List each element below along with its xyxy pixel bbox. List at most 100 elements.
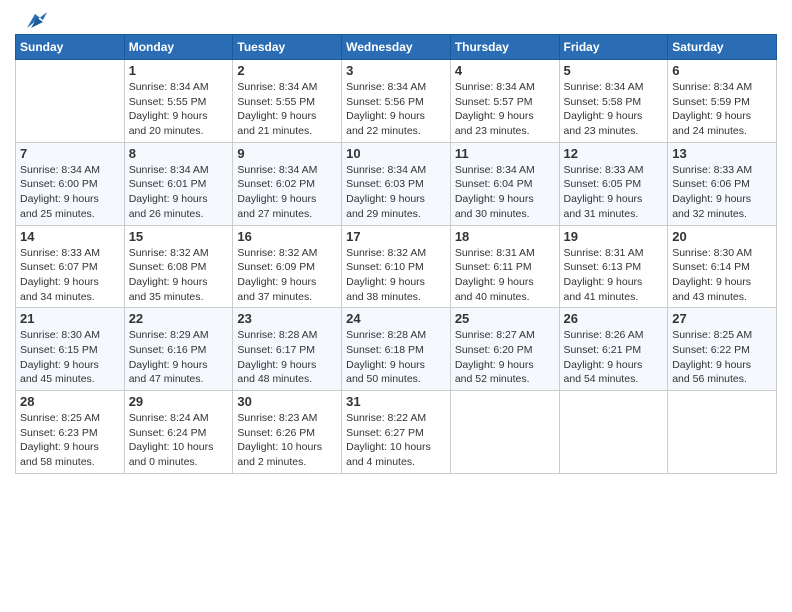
day-number: 16 — [237, 229, 337, 244]
calendar-week-row: 1Sunrise: 8:34 AMSunset: 5:55 PMDaylight… — [16, 60, 777, 143]
calendar-cell: 12 Sunrise: 8:33 AMSunset: 6:05 PMDayligh… — [559, 142, 668, 225]
day-number: 18 — [455, 229, 555, 244]
day-number: 21 — [20, 311, 120, 326]
day-info: Sunrise: 8:34 AMSunset: 5:56 PMDaylight:… — [346, 80, 446, 139]
day-info: Sunrise: 8:34 AMSunset: 5:55 PMDaylight:… — [237, 80, 337, 139]
day-info: Sunrise: 8:34 AMSunset: 5:55 PMDaylight:… — [129, 80, 229, 139]
day-info: Sunrise: 8:25 AMSunset: 6:23 PMDaylight:… — [20, 411, 120, 470]
day-info: Sunrise: 8:31 AMSunset: 6:13 PMDaylight:… — [564, 246, 664, 305]
calendar-cell: 5 Sunrise: 8:34 AMSunset: 5:58 PMDaylight… — [559, 60, 668, 143]
calendar-header-row: SundayMondayTuesdayWednesdayThursdayFrid… — [16, 35, 777, 60]
day-number: 27 — [672, 311, 772, 326]
day-info: Sunrise: 8:33 AMSunset: 6:06 PMDaylight:… — [672, 163, 772, 222]
calendar-body: 1Sunrise: 8:34 AMSunset: 5:55 PMDaylight… — [16, 60, 777, 474]
calendar-cell: 19 Sunrise: 8:31 AMSunset: 6:13 PMDayligh… — [559, 225, 668, 308]
calendar-week-row: 7Sunrise: 8:34 AMSunset: 6:00 PMDaylight… — [16, 142, 777, 225]
day-number: 17 — [346, 229, 446, 244]
day-info: Sunrise: 8:33 AMSunset: 6:07 PMDaylight:… — [20, 246, 120, 305]
weekday-header-tuesday: Tuesday — [233, 35, 342, 60]
weekday-header-friday: Friday — [559, 35, 668, 60]
calendar-cell: 20 Sunrise: 8:30 AMSunset: 6:14 PMDayligh… — [668, 225, 777, 308]
day-info: Sunrise: 8:28 AMSunset: 6:18 PMDaylight:… — [346, 328, 446, 387]
day-info: Sunrise: 8:32 AMSunset: 6:10 PMDaylight:… — [346, 246, 446, 305]
day-info: Sunrise: 8:34 AMSunset: 6:02 PMDaylight:… — [237, 163, 337, 222]
day-number: 25 — [455, 311, 555, 326]
day-number: 13 — [672, 146, 772, 161]
weekday-header-wednesday: Wednesday — [342, 35, 451, 60]
day-number: 28 — [20, 394, 120, 409]
day-number: 8 — [129, 146, 229, 161]
day-number: 19 — [564, 229, 664, 244]
day-number: 14 — [20, 229, 120, 244]
day-info: Sunrise: 8:27 AMSunset: 6:20 PMDaylight:… — [455, 328, 555, 387]
calendar-cell: 25 Sunrise: 8:27 AMSunset: 6:20 PMDayligh… — [450, 308, 559, 391]
day-info: Sunrise: 8:26 AMSunset: 6:21 PMDaylight:… — [564, 328, 664, 387]
day-number: 3 — [346, 63, 446, 78]
calendar-week-row: 28 Sunrise: 8:25 AMSunset: 6:23 PMDayligh… — [16, 391, 777, 474]
calendar-cell: 27 Sunrise: 8:25 AMSunset: 6:22 PMDayligh… — [668, 308, 777, 391]
day-number: 6 — [672, 63, 772, 78]
day-info: Sunrise: 8:30 AMSunset: 6:15 PMDaylight:… — [20, 328, 120, 387]
calendar-cell: 4 Sunrise: 8:34 AMSunset: 5:57 PMDaylight… — [450, 60, 559, 143]
day-number: 29 — [129, 394, 229, 409]
calendar-cell: 18 Sunrise: 8:31 AMSunset: 6:11 PMDayligh… — [450, 225, 559, 308]
calendar-cell: 24Sunrise: 8:28 AMSunset: 6:18 PMDayligh… — [342, 308, 451, 391]
day-number: 20 — [672, 229, 772, 244]
day-number: 15 — [129, 229, 229, 244]
calendar-week-row: 14 Sunrise: 8:33 AMSunset: 6:07 PMDayligh… — [16, 225, 777, 308]
weekday-header-sunday: Sunday — [16, 35, 125, 60]
weekday-header-monday: Monday — [124, 35, 233, 60]
day-number: 22 — [129, 311, 229, 326]
calendar-cell: 6 Sunrise: 8:34 AMSunset: 5:59 PMDaylight… — [668, 60, 777, 143]
calendar-cell — [559, 391, 668, 474]
calendar-cell: 3 Sunrise: 8:34 AMSunset: 5:56 PMDaylight… — [342, 60, 451, 143]
day-info: Sunrise: 8:34 AMSunset: 5:58 PMDaylight:… — [564, 80, 664, 139]
calendar-week-row: 21 Sunrise: 8:30 AMSunset: 6:15 PMDayligh… — [16, 308, 777, 391]
calendar-cell: 26 Sunrise: 8:26 AMSunset: 6:21 PMDayligh… — [559, 308, 668, 391]
day-number: 9 — [237, 146, 337, 161]
day-number: 23 — [237, 311, 337, 326]
calendar-cell: 10 Sunrise: 8:34 AMSunset: 6:03 PMDayligh… — [342, 142, 451, 225]
day-info: Sunrise: 8:34 AMSunset: 5:57 PMDaylight:… — [455, 80, 555, 139]
calendar-cell: 16 Sunrise: 8:32 AMSunset: 6:09 PMDayligh… — [233, 225, 342, 308]
calendar-cell — [668, 391, 777, 474]
calendar-cell: 23Sunrise: 8:28 AMSunset: 6:17 PMDayligh… — [233, 308, 342, 391]
calendar-cell: 9 Sunrise: 8:34 AMSunset: 6:02 PMDaylight… — [233, 142, 342, 225]
day-info: Sunrise: 8:34 AMSunset: 5:59 PMDaylight:… — [672, 80, 772, 139]
day-number: 12 — [564, 146, 664, 161]
day-number: 5 — [564, 63, 664, 78]
day-info: Sunrise: 8:31 AMSunset: 6:11 PMDaylight:… — [455, 246, 555, 305]
calendar-cell: 29 Sunrise: 8:24 AMSunset: 6:24 PMDayligh… — [124, 391, 233, 474]
calendar-cell: 14 Sunrise: 8:33 AMSunset: 6:07 PMDayligh… — [16, 225, 125, 308]
day-number: 31 — [346, 394, 446, 409]
calendar-cell: 21 Sunrise: 8:30 AMSunset: 6:15 PMDayligh… — [16, 308, 125, 391]
weekday-header-thursday: Thursday — [450, 35, 559, 60]
logo — [15, 10, 47, 28]
calendar-cell: 28 Sunrise: 8:25 AMSunset: 6:23 PMDayligh… — [16, 391, 125, 474]
calendar-cell: 15 Sunrise: 8:32 AMSunset: 6:08 PMDayligh… — [124, 225, 233, 308]
day-info: Sunrise: 8:33 AMSunset: 6:05 PMDaylight:… — [564, 163, 664, 222]
day-info: Sunrise: 8:32 AMSunset: 6:08 PMDaylight:… — [129, 246, 229, 305]
day-info: Sunrise: 8:34 AMSunset: 6:01 PMDaylight:… — [129, 163, 229, 222]
day-number: 26 — [564, 311, 664, 326]
calendar-cell: 22Sunrise: 8:29 AMSunset: 6:16 PMDayligh… — [124, 308, 233, 391]
calendar-cell: 2Sunrise: 8:34 AMSunset: 5:55 PMDaylight… — [233, 60, 342, 143]
calendar-cell: 31Sunrise: 8:22 AMSunset: 6:27 PMDayligh… — [342, 391, 451, 474]
calendar-cell: 11Sunrise: 8:34 AMSunset: 6:04 PMDayligh… — [450, 142, 559, 225]
day-number: 4 — [455, 63, 555, 78]
day-info: Sunrise: 8:25 AMSunset: 6:22 PMDaylight:… — [672, 328, 772, 387]
calendar-cell: 7Sunrise: 8:34 AMSunset: 6:00 PMDaylight… — [16, 142, 125, 225]
day-info: Sunrise: 8:34 AMSunset: 6:03 PMDaylight:… — [346, 163, 446, 222]
day-info: Sunrise: 8:32 AMSunset: 6:09 PMDaylight:… — [237, 246, 337, 305]
logo-bird-icon — [17, 10, 47, 32]
calendar-cell — [16, 60, 125, 143]
day-info: Sunrise: 8:24 AMSunset: 6:24 PMDaylight:… — [129, 411, 229, 470]
calendar-cell: 8 Sunrise: 8:34 AMSunset: 6:01 PMDaylight… — [124, 142, 233, 225]
weekday-header-saturday: Saturday — [668, 35, 777, 60]
page-header — [15, 10, 777, 28]
calendar-cell — [450, 391, 559, 474]
calendar-cell: 30Sunrise: 8:23 AMSunset: 6:26 PMDayligh… — [233, 391, 342, 474]
day-number: 10 — [346, 146, 446, 161]
day-info: Sunrise: 8:30 AMSunset: 6:14 PMDaylight:… — [672, 246, 772, 305]
day-info: Sunrise: 8:23 AMSunset: 6:26 PMDaylight:… — [237, 411, 337, 470]
